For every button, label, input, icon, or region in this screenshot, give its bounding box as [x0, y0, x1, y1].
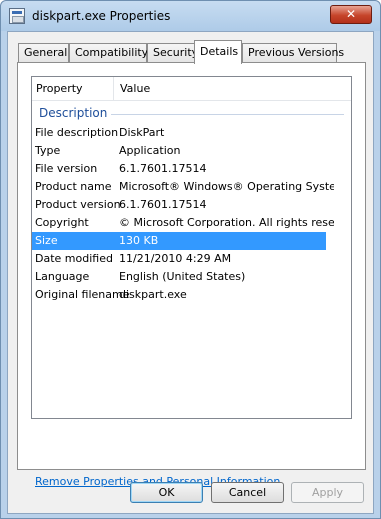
table-row[interactable]: Type Application [32, 142, 351, 160]
property-name: File version [35, 162, 98, 175]
details-list[interactable]: Property Value Description File descript… [31, 76, 352, 419]
property-value: DiskPart [119, 126, 165, 139]
details-panel: Property Value Description File descript… [17, 62, 366, 488]
list-header: Property Value [32, 77, 351, 101]
property-name: Copyright [35, 216, 89, 229]
close-icon: ✕ [345, 7, 357, 21]
group-divider [111, 114, 344, 115]
application-icon [9, 8, 25, 24]
table-row-selected[interactable]: Size 130 KB [32, 232, 326, 250]
table-row[interactable]: Copyright © Microsoft Corporation. All r… [32, 214, 351, 232]
apply-button[interactable]: Apply [291, 482, 364, 503]
property-name: Language [35, 270, 90, 283]
property-value: Application [119, 144, 181, 157]
column-divider[interactable] [113, 77, 114, 101]
tab-compatibility[interactable]: Compatibility [69, 43, 148, 63]
group-label: Description [39, 106, 108, 120]
table-row[interactable]: File version 6.1.7601.17514 [32, 160, 351, 178]
column-header-value[interactable]: Value [120, 82, 150, 95]
cancel-button[interactable]: Cancel [211, 482, 284, 503]
property-value: English (United States) [119, 270, 246, 283]
property-value: © Microsoft Corporation. All rights rese… [119, 216, 334, 229]
property-value: diskpart.exe [119, 288, 187, 301]
property-name: Original filename [35, 288, 130, 301]
group-header-description: Description [39, 104, 344, 122]
property-name: File description [35, 126, 119, 139]
property-value: 6.1.7601.17514 [119, 198, 207, 211]
properties-window: diskpart.exe Properties ✕ General Compat… [0, 0, 381, 519]
property-value: 11/21/2010 4:29 AM [119, 252, 232, 265]
table-row[interactable]: Product name Microsoft® Windows® Operati… [32, 178, 351, 196]
tab-security[interactable]: Security [147, 43, 198, 63]
ok-button[interactable]: OK [130, 482, 203, 503]
property-name: Type [35, 144, 61, 157]
property-value: 130 KB [119, 234, 159, 247]
close-button[interactable]: ✕ [330, 5, 372, 24]
table-row[interactable]: Language English (United States) [32, 268, 351, 286]
tab-general[interactable]: General [18, 43, 69, 63]
property-value: 6.1.7601.17514 [119, 162, 207, 175]
property-name: Product version [35, 198, 121, 211]
column-header-property[interactable]: Property [36, 82, 83, 95]
property-name: Size [35, 234, 58, 247]
window-title: diskpart.exe Properties [32, 9, 171, 23]
table-row[interactable]: Original filename diskpart.exe [32, 286, 351, 304]
tab-details[interactable]: Details [194, 40, 242, 64]
table-row[interactable]: File description DiskPart [32, 124, 351, 142]
table-row[interactable]: Product version 6.1.7601.17514 [32, 196, 351, 214]
property-name: Date modified [35, 252, 113, 265]
title-bar[interactable]: diskpart.exe Properties ✕ [1, 1, 380, 31]
dialog-client-area: General Compatibility Security Details P… [7, 31, 374, 514]
property-name: Product name [35, 180, 112, 193]
table-row[interactable]: Date modified 11/21/2010 4:29 AM [32, 250, 351, 268]
tab-previous-versions[interactable]: Previous Versions [242, 43, 344, 63]
property-value: Microsoft® Windows® Operating System [119, 180, 334, 193]
